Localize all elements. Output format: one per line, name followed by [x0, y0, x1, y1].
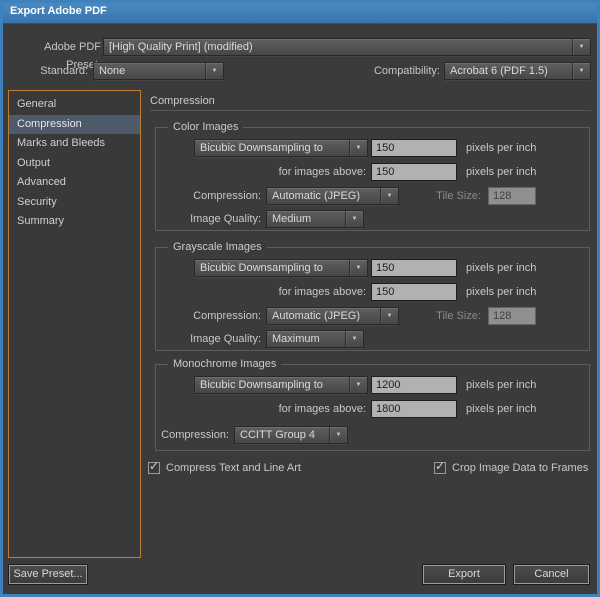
- compress-text-checkbox[interactable]: ✓: [148, 462, 160, 474]
- grayscale-sampling-select[interactable]: Bicubic Downsampling to ▼: [194, 259, 368, 277]
- monochrome-sampling-value: Bicubic Downsampling to: [195, 379, 323, 391]
- chevron-down-icon: ▼: [329, 427, 347, 443]
- save-preset-button[interactable]: Save Preset...: [9, 565, 87, 584]
- title-bar: Export Adobe PDF: [0, 0, 600, 24]
- color-sampling-value: Bicubic Downsampling to: [195, 142, 323, 154]
- chevron-down-icon: ▼: [349, 377, 367, 393]
- monochrome-resolution-input[interactable]: [371, 376, 457, 394]
- color-resolution-input[interactable]: [371, 139, 457, 157]
- standard-label: Standard:: [8, 62, 88, 80]
- grayscale-image-quality-select[interactable]: Maximum ▼: [266, 330, 364, 348]
- compress-text-label: Compress Text and Line Art: [166, 459, 301, 477]
- grayscale-images-legend: Grayscale Images: [168, 240, 267, 255]
- sidebar-item-output[interactable]: Output: [9, 154, 140, 174]
- compression-label: Compression:: [161, 187, 261, 205]
- color-images-group: Color Images Bicubic Downsampling to ▼ p…: [155, 127, 590, 231]
- unit-label: pixels per inch: [466, 139, 536, 157]
- monochrome-images-legend: Monochrome Images: [168, 357, 281, 372]
- monochrome-compression-select[interactable]: CCITT Group 4 ▼: [234, 426, 348, 444]
- sidebar-item-marks-and-bleeds[interactable]: Marks and Bleeds: [9, 134, 140, 154]
- tile-size-label: Tile Size:: [411, 307, 481, 325]
- color-images-legend: Color Images: [168, 120, 243, 135]
- chevron-down-icon: ▼: [572, 63, 590, 79]
- crop-image-data-label: Crop Image Data to Frames: [452, 459, 588, 477]
- chevron-down-icon: ▼: [349, 260, 367, 276]
- grayscale-images-group: Grayscale Images Bicubic Downsampling to…: [155, 247, 590, 351]
- compatibility-select[interactable]: Acrobat 6 (PDF 1.5) ▼: [444, 62, 591, 80]
- monochrome-images-group: Monochrome Images Bicubic Downsampling t…: [155, 364, 590, 451]
- chevron-down-icon: ▼: [380, 308, 398, 324]
- monochrome-sampling-select[interactable]: Bicubic Downsampling to ▼: [194, 376, 368, 394]
- monochrome-above-input[interactable]: [371, 400, 457, 418]
- chevron-down-icon: ▼: [205, 63, 223, 79]
- chevron-down-icon: ▼: [345, 331, 363, 347]
- preset-value: [High Quality Print] (modified): [104, 41, 253, 53]
- grayscale-sampling-value: Bicubic Downsampling to: [195, 262, 323, 274]
- sidebar-item-summary[interactable]: Summary: [9, 212, 140, 232]
- sidebar-item-general[interactable]: General: [9, 95, 140, 115]
- crop-image-data-checkbox[interactable]: ✓: [434, 462, 446, 474]
- standard-select[interactable]: None ▼: [93, 62, 224, 80]
- chevron-down-icon: ▼: [345, 211, 363, 227]
- export-button[interactable]: Export: [423, 565, 505, 584]
- compression-label: Compression:: [159, 426, 229, 444]
- unit-label: pixels per inch: [466, 376, 536, 394]
- image-quality-label: Image Quality:: [161, 330, 261, 348]
- for-images-above-label: for images above:: [216, 283, 366, 301]
- compatibility-label: Compatibility:: [303, 62, 440, 80]
- checkmark-icon: ✓: [149, 460, 159, 472]
- cancel-button[interactable]: Cancel: [514, 565, 589, 584]
- preset-label: Adobe PDF Preset:: [8, 38, 101, 56]
- unit-label: pixels per inch: [466, 283, 536, 301]
- grayscale-compression-value: Automatic (JPEG): [267, 310, 360, 322]
- panel-divider: [150, 110, 591, 111]
- monochrome-compression-value: CCITT Group 4: [235, 429, 315, 441]
- grayscale-image-quality-value: Maximum: [267, 333, 320, 345]
- chevron-down-icon: ▼: [572, 39, 590, 55]
- for-images-above-label: for images above:: [216, 400, 366, 418]
- color-compression-value: Automatic (JPEG): [267, 190, 360, 202]
- image-quality-label: Image Quality:: [161, 210, 261, 228]
- sidebar-item-advanced[interactable]: Advanced: [9, 173, 140, 193]
- chevron-down-icon: ▼: [349, 140, 367, 156]
- compression-label: Compression:: [161, 307, 261, 325]
- for-images-above-label: for images above:: [216, 163, 366, 181]
- compatibility-value: Acrobat 6 (PDF 1.5): [445, 65, 548, 77]
- sidebar-item-security[interactable]: Security: [9, 193, 140, 213]
- checkmark-icon: ✓: [435, 460, 445, 472]
- unit-label: pixels per inch: [466, 163, 536, 181]
- chevron-down-icon: ▼: [380, 188, 398, 204]
- panel-title: Compression: [150, 95, 215, 107]
- settings-nav: General Compression Marks and Bleeds Out…: [8, 90, 141, 558]
- standard-value: None: [94, 65, 125, 77]
- unit-label: pixels per inch: [466, 400, 536, 418]
- sidebar-item-compression[interactable]: Compression: [9, 115, 140, 135]
- window-title: Export Adobe PDF: [10, 5, 107, 17]
- grayscale-compression-select[interactable]: Automatic (JPEG) ▼: [266, 307, 399, 325]
- unit-label: pixels per inch: [466, 259, 536, 277]
- tile-size-label: Tile Size:: [411, 187, 481, 205]
- color-tile-size-input: [488, 187, 536, 205]
- grayscale-above-input[interactable]: [371, 283, 457, 301]
- color-compression-select[interactable]: Automatic (JPEG) ▼: [266, 187, 399, 205]
- color-image-quality-select[interactable]: Medium ▼: [266, 210, 364, 228]
- grayscale-resolution-input[interactable]: [371, 259, 457, 277]
- export-pdf-dialog: Export Adobe PDF Adobe PDF Preset: [High…: [0, 0, 600, 597]
- color-image-quality-value: Medium: [267, 213, 311, 225]
- color-above-input[interactable]: [371, 163, 457, 181]
- color-sampling-select[interactable]: Bicubic Downsampling to ▼: [194, 139, 368, 157]
- grayscale-tile-size-input: [488, 307, 536, 325]
- adobe-pdf-preset-select[interactable]: [High Quality Print] (modified) ▼: [103, 38, 591, 56]
